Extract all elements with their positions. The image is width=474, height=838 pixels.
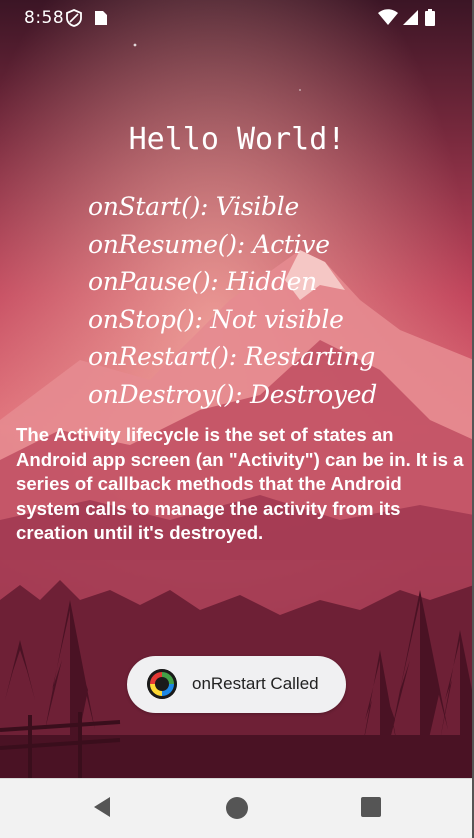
status-bar: 8:58 [0,0,474,36]
lifecycle-onstart: onStart(): Visible [88,192,299,221]
signal-icon [402,9,418,31]
home-icon[interactable] [225,796,249,824]
battery-icon [425,9,435,31]
lifecycle-list: onStart(): Visible onResume(): Active on… [88,188,448,413]
lifecycle-description: The Activity lifecycle is the set of sta… [16,424,464,543]
app-screen: 8:58 Hello World! onStart(): Visible onR… [0,0,474,838]
lifecycle-onstop: onStop(): Not visible [88,304,344,334]
wifi-icon [378,9,398,31]
lifecycle-onpause: onPause(): Hidden [88,267,317,296]
sim-card-icon [94,9,108,31]
toast-text: onRestart Called [192,674,319,693]
app-logo-icon [147,669,177,699]
lifecycle-ondestroy: onDestroy(): Destroyed [88,379,377,409]
status-time: 8:58 [24,8,65,28]
lifecycle-onresume: onResume(): Active [88,229,330,259]
toast-message: onRestart Called [127,656,346,713]
recents-icon[interactable] [360,796,382,822]
navigation-bar [0,778,474,838]
back-icon[interactable] [92,796,112,822]
shield-icon [66,9,82,31]
hello-world-title: Hello World! [128,122,346,157]
lifecycle-onrestart: onRestart(): Restarting [88,342,376,371]
